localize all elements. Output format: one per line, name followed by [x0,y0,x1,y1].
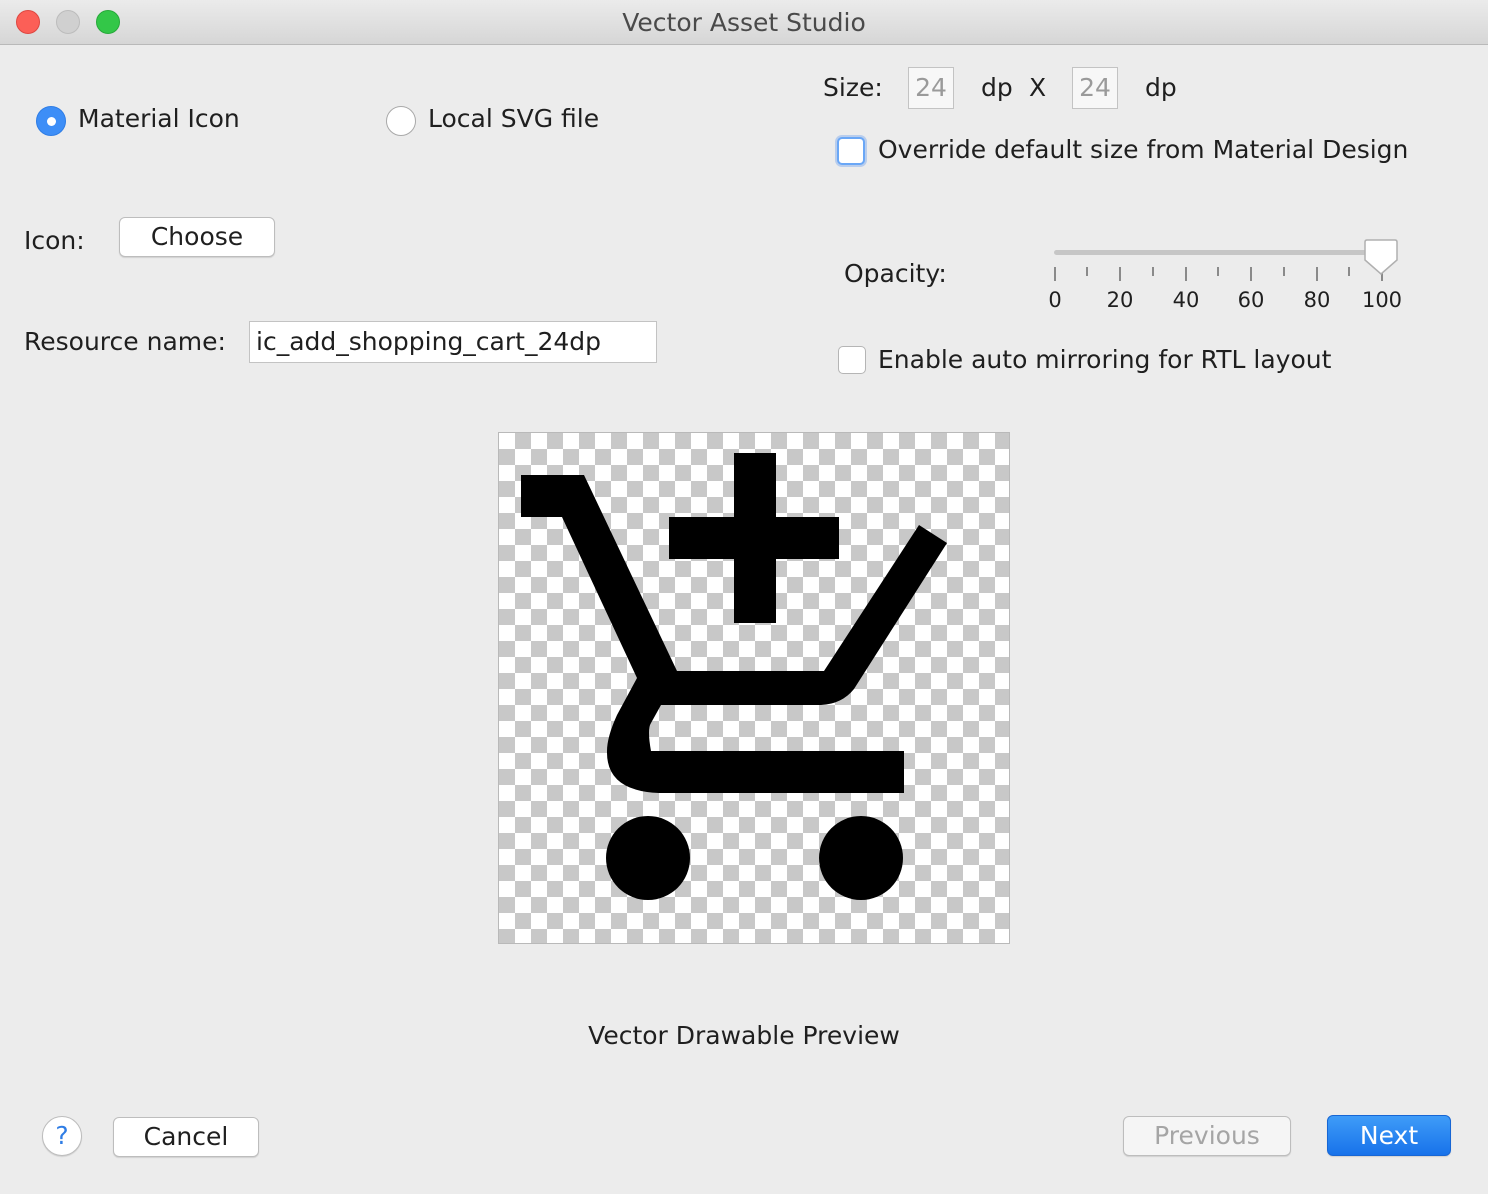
size-height-input[interactable]: 24 [1072,67,1118,109]
help-button[interactable]: ? [42,1116,82,1156]
auto-mirroring-label[interactable]: Enable auto mirroring for RTL layout [878,345,1331,374]
size-width-input[interactable]: 24 [908,67,954,109]
opacity-tick-label: 40 [1172,288,1200,312]
resource-name-label: Resource name: [24,327,226,356]
opacity-tick [1348,267,1350,276]
opacity-slider-thumb[interactable] [1364,238,1398,276]
opacity-tick-label: 100 [1361,288,1403,312]
vector-asset-studio-window: Vector Asset Studio Material Icon Local … [0,0,1488,1194]
add-shopping-cart-icon [521,453,947,900]
opacity-tick-label: 20 [1106,288,1134,312]
opacity-tick-label: 80 [1303,288,1331,312]
opacity-tick [1086,267,1088,276]
previous-button[interactable]: Previous [1123,1116,1291,1156]
window-title: Vector Asset Studio [622,8,866,37]
material-icon-label[interactable]: Material Icon [78,104,240,133]
opacity-tick-label: 0 [1048,288,1062,312]
opacity-tick [1316,267,1318,281]
opacity-tick [1250,267,1252,281]
preview-caption: Vector Drawable Preview [588,1021,900,1050]
opacity-tick-label: 60 [1237,288,1265,312]
opacity-tick [1054,267,1056,281]
title-bar[interactable]: Vector Asset Studio [0,0,1488,45]
opacity-label: Opacity: [844,259,947,288]
opacity-tick [1217,267,1219,276]
opacity-tick [1119,267,1121,281]
size-label: Size: [823,73,883,102]
material-icon-radio[interactable] [36,106,66,136]
choose-icon-button[interactable]: Choose [119,217,275,257]
opacity-tick [1283,267,1285,276]
cancel-button[interactable]: Cancel [113,1117,259,1157]
override-size-label[interactable]: Override default size from Material Desi… [878,135,1408,164]
size-separator: X [1029,73,1047,102]
override-size-checkbox[interactable] [837,137,865,165]
opacity-tick [1152,267,1154,276]
auto-mirroring-checkbox[interactable] [838,346,866,374]
opacity-slider-track[interactable] [1054,250,1382,255]
icon-label: Icon: [24,226,85,255]
local-svg-file-radio[interactable] [386,106,416,136]
vector-drawable-preview [498,432,1010,944]
local-svg-file-label[interactable]: Local SVG file [428,104,599,133]
next-button[interactable]: Next [1327,1115,1451,1156]
opacity-tick [1185,267,1187,281]
resource-name-input[interactable]: ic_add_shopping_cart_24dp [249,321,657,363]
size-width-unit: dp [981,73,1013,102]
size-height-unit: dp [1145,73,1177,102]
